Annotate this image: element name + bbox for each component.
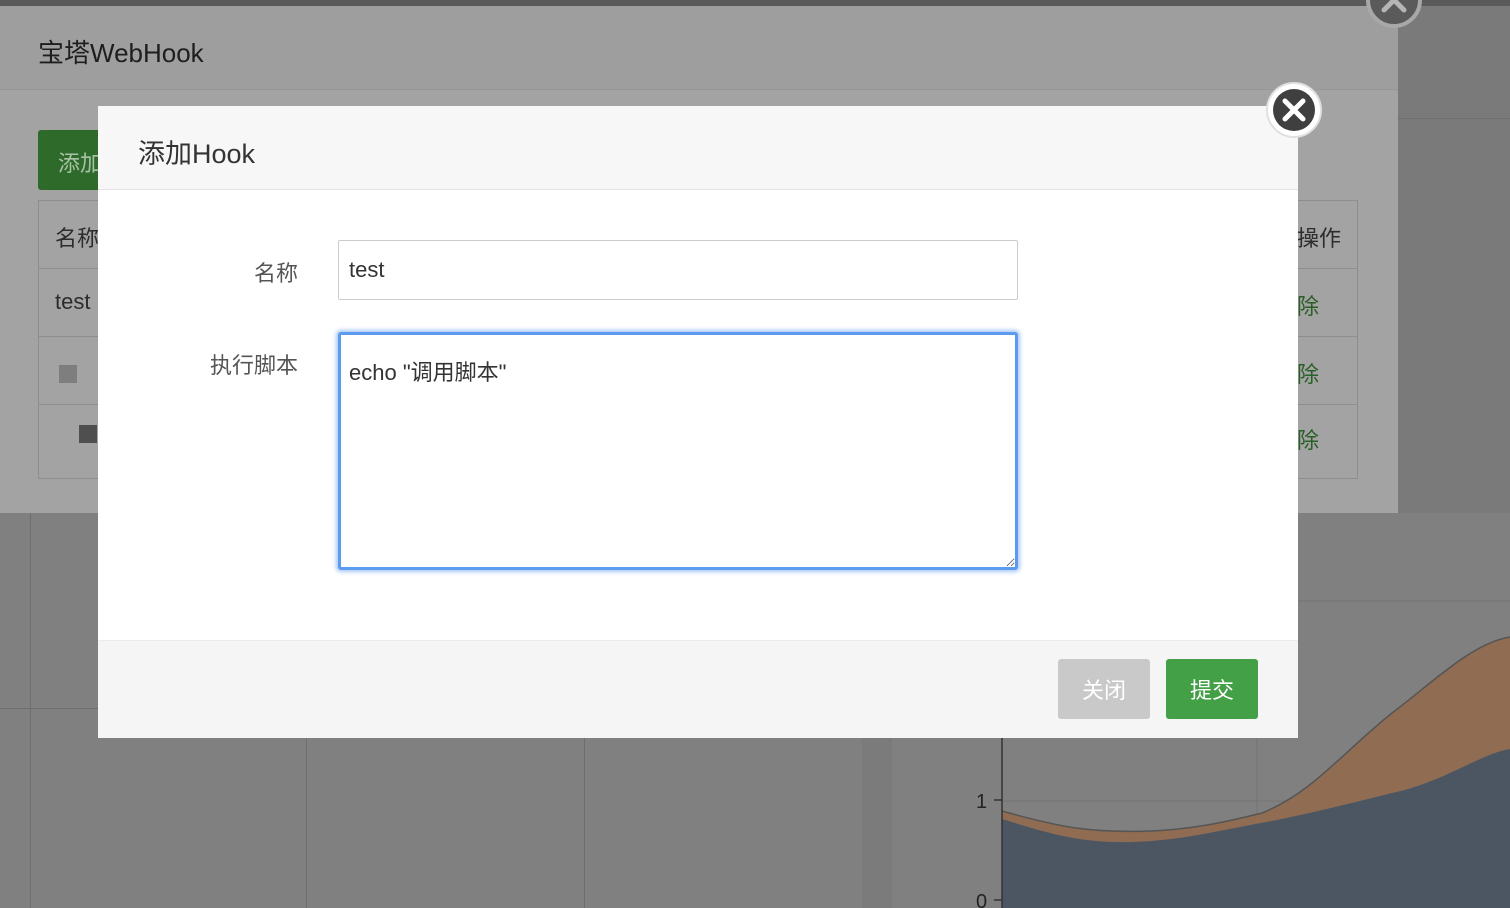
name-label: 名称 (253, 261, 298, 286)
redacted-cell (79, 425, 97, 443)
submit-button[interactable]: 提交 (1166, 659, 1258, 719)
close-button[interactable]: 关闭 (1058, 659, 1150, 719)
y-tick-label-1: 1 (976, 791, 987, 813)
hook-name: test (55, 289, 91, 314)
modal-close-icon[interactable] (1264, 80, 1324, 140)
delete-link[interactable]: 除 (1297, 357, 1319, 389)
table-header-action: 操作 (1297, 226, 1342, 251)
y-tick-label-0: 0 (976, 891, 987, 908)
modal-title: 添加Hook (138, 139, 256, 169)
close-icon[interactable] (1366, 0, 1424, 36)
webhook-dialog-header (0, 6, 1398, 90)
modal-header (98, 106, 1298, 190)
script-label: 执行脚本 (209, 353, 298, 378)
script-textarea[interactable]: echo "调用脚本" (338, 332, 1018, 570)
name-input[interactable] (338, 240, 1018, 300)
redacted-cell (59, 365, 77, 383)
modal-footer: 关闭 提交 (98, 640, 1298, 738)
delete-link[interactable]: 除 (1297, 289, 1319, 321)
add-hook-modal: 添加Hook 名称 执行脚本 echo "调用脚本" 关闭 提交 (98, 106, 1298, 738)
background-right-column (1398, 6, 1510, 513)
delete-link[interactable]: 除 (1297, 423, 1319, 455)
table-header-name: 名称 (55, 226, 100, 251)
webhook-dialog-title: 宝塔WebHook (38, 38, 204, 68)
